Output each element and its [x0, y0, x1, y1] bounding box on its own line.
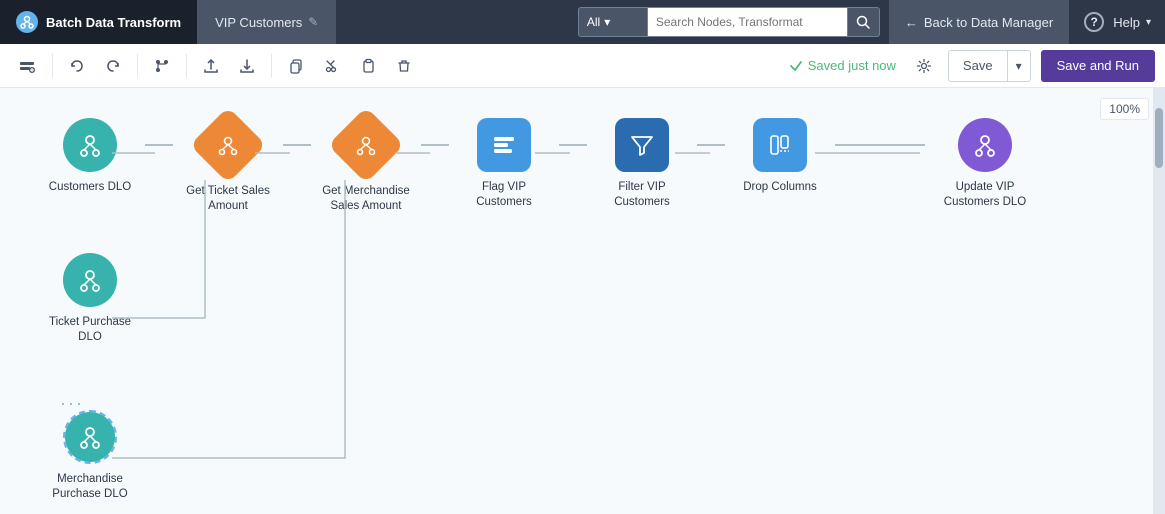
- saved-indicator: Saved just now: [789, 58, 896, 73]
- help-label: Help: [1113, 15, 1140, 30]
- nav-search-area: All ▾: [578, 7, 880, 37]
- node-customers-dlo[interactable]: Customers DLO: [35, 118, 145, 195]
- connector: [145, 144, 173, 146]
- tab-label: VIP Customers: [215, 15, 302, 30]
- node-label: Filter VIP Customers: [592, 180, 692, 210]
- brand-label: Batch Data Transform: [46, 15, 181, 30]
- save-and-run-button[interactable]: Save and Run: [1041, 50, 1155, 82]
- toolbar-separator-4: [271, 54, 272, 78]
- undo-button[interactable]: [61, 51, 93, 81]
- connector: [697, 144, 725, 146]
- branch-button[interactable]: [146, 51, 178, 81]
- save-dropdown-button[interactable]: ▾: [1008, 50, 1031, 82]
- toolbar-separator-2: [137, 54, 138, 78]
- node-filter-vip[interactable]: Filter VIP Customers: [587, 118, 697, 210]
- connector: [421, 144, 449, 146]
- connector: [559, 144, 587, 146]
- node-label: Get Ticket Sales Amount: [178, 184, 278, 214]
- filter-label: All: [587, 15, 600, 29]
- node-label: Customers DLO: [49, 180, 131, 195]
- node-flag-vip[interactable]: Flag VIP Customers: [449, 118, 559, 210]
- paste-button[interactable]: [352, 51, 384, 81]
- help-menu[interactable]: ? Help ▾: [1070, 0, 1165, 44]
- save-dropdown-icon: ▾: [1016, 59, 1022, 73]
- node-get-ticket-sales[interactable]: Get Ticket Sales Amount: [173, 118, 283, 214]
- top-nav: Batch Data Transform VIP Customers ✎ All…: [0, 0, 1165, 44]
- node-label: Update VIP Customers DLO: [935, 180, 1035, 210]
- cut-button[interactable]: [316, 51, 348, 81]
- node-update-vip-dlo[interactable]: Update VIP Customers DLO: [925, 118, 1045, 210]
- edit-tab-icon[interactable]: ✎: [308, 15, 318, 29]
- download-button[interactable]: [231, 51, 263, 81]
- search-button[interactable]: [848, 7, 880, 37]
- back-icon: ←: [905, 15, 918, 30]
- filter-select[interactable]: All ▾: [578, 7, 648, 37]
- delete-button[interactable]: [388, 51, 420, 81]
- settings-button[interactable]: [908, 51, 940, 81]
- back-to-data-manager-button[interactable]: ← Back to Data Manager: [888, 0, 1070, 44]
- node-get-merchandise-sales[interactable]: Get Merchandise Sales Amount: [311, 118, 421, 214]
- zoom-badge: 100%: [1100, 98, 1149, 120]
- connector: [283, 144, 311, 146]
- node-label: Drop Columns: [743, 180, 817, 195]
- toolbar-separator-1: [52, 54, 53, 78]
- search-input[interactable]: [648, 7, 848, 37]
- node-label: Flag VIP Customers: [454, 180, 554, 210]
- scroll-thumb[interactable]: [1155, 108, 1163, 168]
- save-group: Save ▾: [948, 50, 1031, 82]
- redo-button[interactable]: [97, 51, 129, 81]
- help-icon: ?: [1084, 12, 1104, 32]
- help-dropdown-icon: ▾: [1146, 17, 1151, 28]
- add-node-button[interactable]: [10, 51, 44, 81]
- node-drop-columns[interactable]: Drop Columns: [725, 118, 835, 195]
- main-flow-row: Customers DLO Get Ticket Sales Amount: [35, 118, 1045, 214]
- brand-icon: [16, 11, 38, 33]
- copy-button[interactable]: [280, 51, 312, 81]
- node-label: Merchandise Purchase DLO: [40, 472, 140, 502]
- nav-brand: Batch Data Transform: [0, 0, 197, 44]
- toolbar-separator-3: [186, 54, 187, 78]
- upload-button[interactable]: [195, 51, 227, 81]
- connector-long: [835, 144, 925, 146]
- canvas[interactable]: Customers DLO Get Ticket Sales Amount: [0, 88, 1165, 514]
- toolbar: Saved just now Save ▾ Save and Run: [0, 44, 1165, 88]
- vertical-scrollbar[interactable]: [1153, 88, 1165, 514]
- node-ticket-purchase-dlo[interactable]: Ticket Purchase DLO: [35, 253, 145, 345]
- node-label: Get Merchandise Sales Amount: [316, 184, 416, 214]
- filter-dropdown-icon: ▾: [604, 15, 610, 29]
- node-label: Ticket Purchase DLO: [40, 315, 140, 345]
- saved-text: Saved just now: [808, 58, 896, 73]
- save-button[interactable]: Save: [948, 50, 1008, 82]
- node-merchandise-purchase-dlo[interactable]: Merchandise Purchase DLO: [35, 410, 145, 502]
- back-label: Back to Data Manager: [924, 15, 1053, 30]
- nav-tab-vip-customers[interactable]: VIP Customers ✎: [197, 0, 337, 44]
